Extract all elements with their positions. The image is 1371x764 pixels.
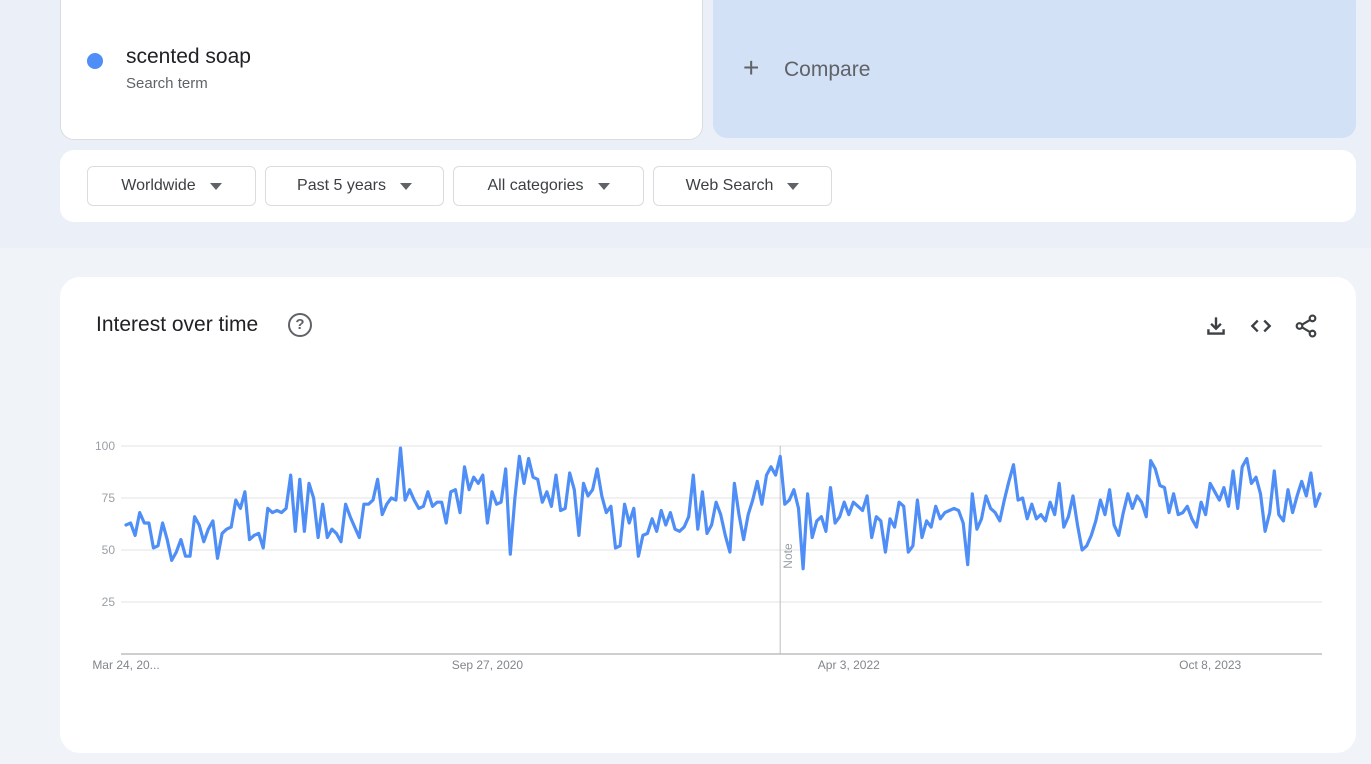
y-tick-label: 50 bbox=[102, 543, 116, 557]
time-range-filter-dropdown[interactable]: Past 5 years bbox=[265, 166, 444, 206]
search-term-subtitle: Search term bbox=[126, 75, 208, 92]
y-tick-label: 75 bbox=[102, 491, 116, 505]
caret-down-icon bbox=[787, 182, 800, 190]
region-filter-label: Worldwide bbox=[121, 177, 196, 194]
y-tick-label: 100 bbox=[95, 439, 115, 453]
x-tick-label: Mar 24, 20... bbox=[92, 658, 159, 672]
category-filter-dropdown[interactable]: All categories bbox=[453, 166, 644, 206]
region-filter-dropdown[interactable]: Worldwide bbox=[87, 166, 256, 206]
search-type-filter-label: Web Search bbox=[685, 177, 774, 194]
plus-icon: + bbox=[743, 52, 760, 83]
compare-button[interactable]: + Compare bbox=[713, 0, 1356, 138]
search-term-name[interactable]: scented soap bbox=[126, 45, 251, 69]
series-color-dot bbox=[87, 53, 103, 69]
compare-label: Compare bbox=[784, 58, 871, 81]
x-tick-label: Sep 27, 2020 bbox=[452, 658, 524, 672]
caret-down-icon bbox=[399, 182, 412, 190]
search-type-filter-dropdown[interactable]: Web Search bbox=[653, 166, 832, 206]
filter-bar: Worldwide Past 5 years All categories We… bbox=[60, 150, 1356, 222]
caret-down-icon bbox=[209, 182, 222, 190]
x-tick-label: Apr 3, 2022 bbox=[818, 658, 880, 672]
caret-down-icon bbox=[597, 182, 610, 190]
note-label: Note bbox=[781, 543, 795, 569]
search-term-card[interactable]: scented soap Search term bbox=[60, 0, 703, 140]
x-tick-label: Oct 8, 2023 bbox=[1179, 658, 1241, 672]
category-filter-label: All categories bbox=[487, 177, 584, 194]
interest-over-time-panel: Interest over time ? 25 50 75 100 Mar 24, 20… bbox=[60, 277, 1356, 753]
y-tick-label: 25 bbox=[102, 595, 116, 609]
interest-line-chart: 25 50 75 100 Mar 24, 20... Sep 27, 2020 Apr 3,… bbox=[92, 439, 1322, 672]
time-range-filter-label: Past 5 years bbox=[297, 177, 386, 194]
series-line-scented-soap bbox=[124, 446, 1322, 571]
